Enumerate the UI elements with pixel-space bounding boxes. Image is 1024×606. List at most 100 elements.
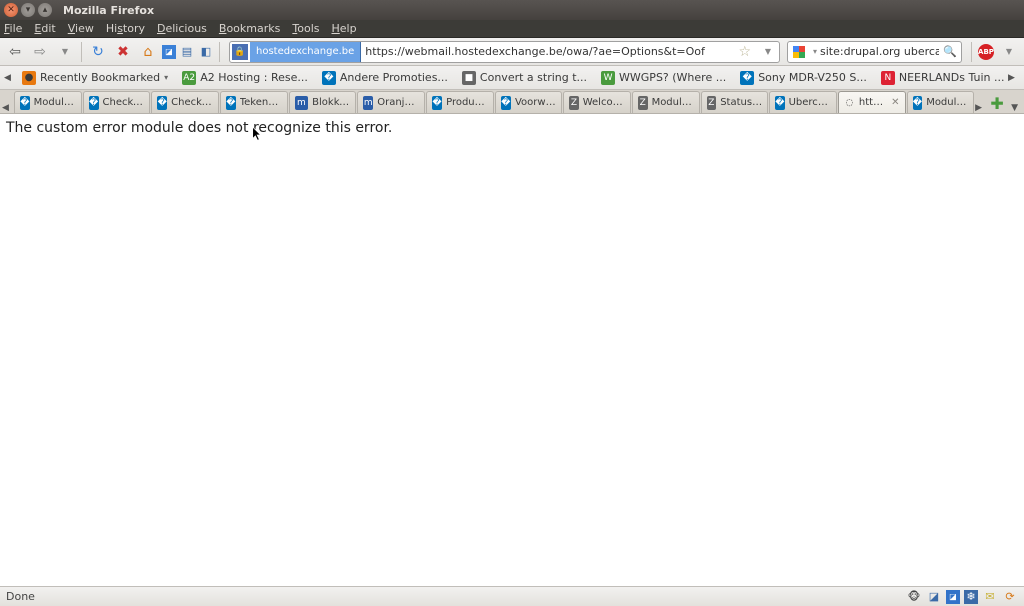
browser-tab[interactable]: �Tekenreek...	[220, 91, 288, 113]
abp-dropdown[interactable]: ▼	[998, 41, 1020, 63]
tab-favicon: Z	[638, 96, 648, 110]
bookmark-favicon: ■	[462, 71, 476, 85]
browser-tab[interactable]: �Modules | ...	[14, 91, 82, 113]
delicious-tag-button[interactable]: ◪	[162, 45, 176, 59]
tab-favicon: �	[432, 96, 442, 110]
tab-favicon: m	[295, 96, 309, 110]
search-engine-icon[interactable]	[791, 44, 807, 60]
bookmark-item[interactable]: ●Recently Bookmarked▾	[16, 69, 174, 87]
tab-favicon: �	[501, 96, 511, 110]
bookmark-favicon: W	[601, 71, 615, 85]
tab-close-button[interactable]: ✕	[891, 97, 899, 108]
tab-scroll-right[interactable]: ▶	[975, 103, 987, 113]
site-identity-lock-icon[interactable]: 🔒	[232, 44, 248, 60]
tab-label: htt...of	[859, 97, 885, 108]
window-titlebar: ✕ ▾ ▴ Mozilla Firefox	[0, 0, 1024, 20]
menu-tools[interactable]: Tools	[292, 22, 319, 35]
tab-list-dropdown[interactable]: ▼	[1007, 103, 1022, 113]
bookmark-favicon: �	[322, 71, 336, 85]
browser-tab[interactable]: mBlokken	[289, 91, 357, 113]
url-history-dropdown[interactable]: ▼	[757, 41, 779, 63]
tab-label: Welcome t...	[583, 97, 625, 108]
search-bar[interactable]: ▾ site:drupal.org ubercart invoice 🔍	[787, 41, 962, 63]
browser-tab[interactable]: �Product | ...	[426, 91, 494, 113]
navigation-toolbar: ⇦ ⇨ ▼ ↻ ✖ ⌂ ◪ ▤ ◧ 🔒 hostedexchange.be ht…	[0, 38, 1024, 66]
screenshot-button[interactable]: ◧	[198, 44, 214, 60]
window-close-button[interactable]: ✕	[4, 3, 18, 17]
bookmark-item[interactable]: ■ Convert a string t...	[456, 69, 593, 87]
search-input[interactable]: site:drupal.org ubercart invoice	[820, 45, 939, 58]
menu-edit[interactable]: Edit	[34, 22, 55, 35]
browser-tab[interactable]: �Checkout ...	[151, 91, 219, 113]
bookmark-favicon: ●	[22, 71, 36, 85]
tab-label: Modules | ...	[652, 97, 694, 108]
tab-favicon: Z	[569, 96, 578, 110]
browser-tab[interactable]: �Checkout ...	[83, 91, 151, 113]
site-identity-host[interactable]: hostedexchange.be	[250, 42, 361, 62]
bookmark-item[interactable]: WWWGPS? (Where ...	[595, 69, 732, 87]
bookmark-favicon: N	[881, 71, 895, 85]
toolbar-divider	[971, 42, 972, 62]
tab-label: Checkout ...	[103, 97, 145, 108]
bookmarks-scroll-left[interactable]: ◀	[4, 73, 16, 83]
status-delicious-icon[interactable]: ◪	[946, 590, 960, 604]
bookmark-star-icon[interactable]: ☆	[732, 44, 757, 60]
window-maximize-button[interactable]: ▴	[38, 3, 52, 17]
bookmarks-toolbar: ◀ ●Recently Bookmarked▾A2A2 Hosting : Re…	[0, 66, 1024, 90]
url-bar[interactable]: 🔒 hostedexchange.be https://webmail.host…	[229, 41, 780, 63]
bookmark-dropdown-icon: ▾	[164, 73, 168, 82]
stop-button[interactable]: ✖	[112, 41, 134, 63]
browser-tab[interactable]: mOranje Sp...	[357, 91, 425, 113]
browser-tab[interactable]: ZStatus rep...	[701, 91, 769, 113]
toolbar-divider	[81, 42, 82, 62]
menu-bar: File Edit View History Delicious Bookmar…	[0, 20, 1024, 38]
tab-label: Modules | ...	[926, 97, 968, 108]
page-content: The custom error module does not recogni…	[0, 114, 1024, 143]
browser-tab[interactable]: ◌htt...of✕	[838, 91, 906, 113]
browser-tab[interactable]: � Ubercart C...	[769, 91, 837, 113]
tab-scroll-left[interactable]: ◀	[2, 103, 14, 113]
menu-help[interactable]: Help	[331, 22, 356, 35]
menu-history[interactable]: History	[106, 22, 145, 35]
window-minimize-button[interactable]: ▾	[21, 3, 35, 17]
new-tab-button[interactable]: ✚	[987, 94, 1007, 113]
tab-label: Ubercart C...	[789, 97, 831, 108]
bookmark-item[interactable]: A2A2 Hosting : Rese...	[176, 69, 314, 87]
browser-tab[interactable]: Z Welcome t...	[563, 91, 631, 113]
bookmark-label: Andere Promoties...	[340, 71, 448, 84]
tab-bar: ◀ �Modules | ...�Checkout ...�Checkout .…	[0, 90, 1024, 114]
menu-delicious[interactable]: Delicious	[157, 22, 207, 35]
tab-favicon: �	[775, 96, 784, 110]
menu-view[interactable]: View	[68, 22, 94, 35]
delicious-sidebar-button[interactable]: ▤	[179, 44, 195, 60]
browser-tab[interactable]: Z Modules | ...	[632, 91, 700, 113]
adblock-plus-icon[interactable]: ABP	[978, 44, 994, 60]
search-engine-dropdown[interactable]: ▾	[810, 41, 820, 63]
nav-history-dropdown[interactable]: ▼	[54, 41, 76, 63]
menu-file[interactable]: File	[4, 22, 22, 35]
status-greasemonkey-icon[interactable]: 🐵	[906, 589, 922, 605]
home-button[interactable]: ⌂	[137, 41, 159, 63]
bookmarks-scroll-right[interactable]: ▶	[1008, 73, 1020, 83]
tab-favicon: Z	[707, 96, 717, 110]
browser-tab[interactable]: �Voorwaar...	[495, 91, 563, 113]
back-button[interactable]: ⇦	[4, 41, 26, 63]
error-message: The custom error module does not recogni…	[6, 120, 392, 136]
url-text[interactable]: https://webmail.hostedexchange.be/owa/?a…	[361, 45, 732, 58]
bookmark-item[interactable]: � Andere Promoties...	[316, 69, 454, 87]
tab-label: Checkout ...	[171, 97, 213, 108]
status-snowflake-icon[interactable]: ❄	[964, 590, 978, 604]
browser-tab[interactable]: �Modules | ...	[907, 91, 975, 113]
bookmark-item[interactable]: �Sony MDR-V250 S...	[734, 69, 873, 87]
reload-button[interactable]: ↻	[87, 41, 109, 63]
status-mail-icon[interactable]: ✉	[982, 589, 998, 605]
bookmark-label: Convert a string t...	[480, 71, 587, 84]
search-go-icon[interactable]: 🔍	[939, 45, 961, 58]
bookmark-item[interactable]: NNEERLANDs Tuin ...	[875, 69, 1008, 87]
tab-favicon: m	[363, 96, 373, 110]
status-sync-icon[interactable]: ⟳	[1002, 589, 1018, 605]
forward-button[interactable]: ⇨	[29, 41, 51, 63]
menu-bookmarks[interactable]: Bookmarks	[219, 22, 280, 35]
status-noscript-icon[interactable]: ◪	[926, 589, 942, 605]
tab-favicon: �	[20, 96, 30, 110]
